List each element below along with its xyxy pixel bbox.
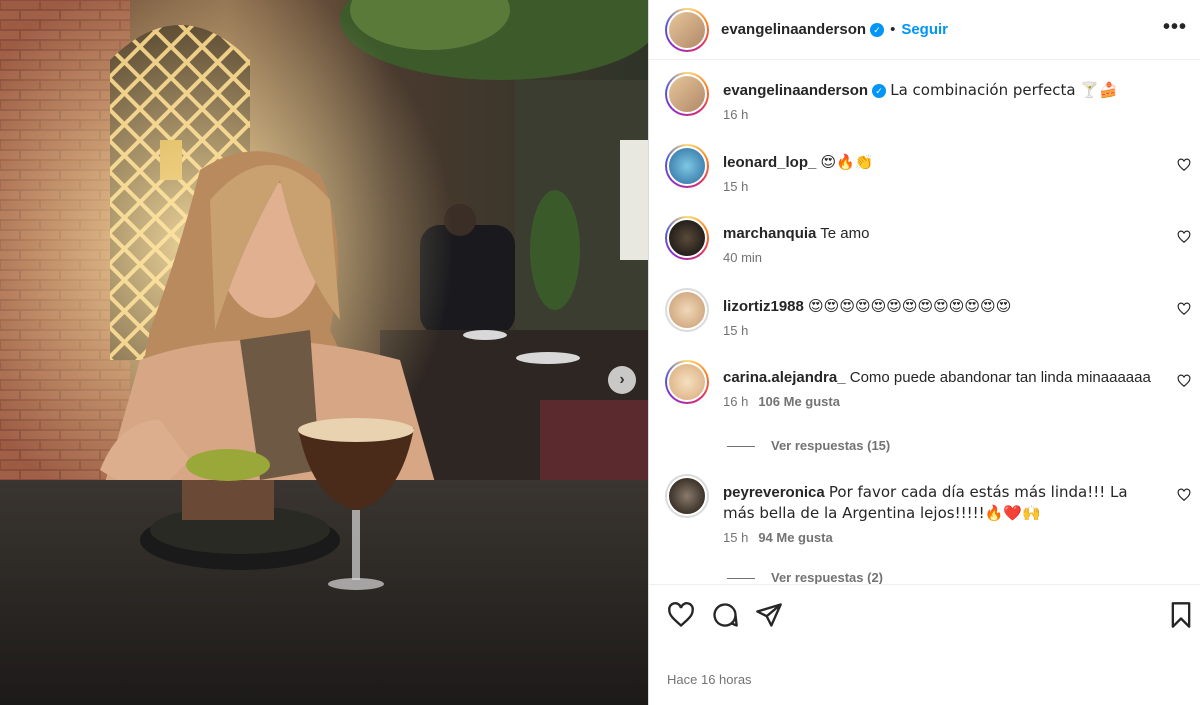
heart-icon[interactable] — [1177, 374, 1191, 388]
post-side-panel: evangelinaanderson ✓ • Seguir ••• evangelin… — [648, 0, 1200, 705]
caption-time[interactable]: 16 h — [723, 107, 748, 122]
bookmark-icon[interactable] — [1167, 601, 1195, 629]
verified-badge-icon: ✓ — [872, 84, 887, 98]
post-header: evangelinaanderson ✓ • Seguir ••• — [649, 0, 1200, 60]
comment-text: 😍😍😍😍😍😍😍😍😍😍😍😍😍 — [808, 297, 1012, 315]
commenter-avatar[interactable] — [665, 144, 709, 188]
comment-time[interactable]: 15 h — [723, 323, 748, 338]
share-icon[interactable] — [755, 601, 783, 629]
view-replies-label: Ver respuestas (15) — [771, 438, 891, 453]
caption-text: La combinación perfecta 🍸🍰 — [890, 81, 1118, 99]
post-time-ago[interactable]: Hace 16 horas — [667, 672, 752, 687]
comment-time[interactable]: 16 h — [723, 394, 748, 409]
follow-button[interactable]: Seguir — [901, 21, 948, 38]
author-username[interactable]: evangelinaanderson — [721, 21, 866, 38]
commenter-username[interactable]: carina.alejandra_ — [723, 369, 846, 386]
caption-author-avatar[interactable] — [665, 72, 709, 116]
chevron-right-icon: › — [619, 371, 625, 388]
commenter-avatar[interactable] — [665, 474, 709, 518]
replies-divider — [727, 578, 755, 580]
post-actions-bar — [649, 584, 1200, 644]
separator-dot: • — [890, 21, 896, 38]
view-replies-button[interactable]: Ver respuestas (15) — [727, 438, 890, 453]
comment-time[interactable]: 40 min — [723, 250, 762, 265]
view-replies-label: Ver respuestas (2) — [771, 570, 884, 584]
comments-list[interactable]: evangelinaanderson ✓ La combinación perfe… — [649, 60, 1200, 584]
more-options-icon[interactable]: ••• — [1163, 16, 1187, 39]
replies-divider — [727, 446, 755, 448]
post-photo[interactable]: › — [0, 0, 648, 705]
view-replies-button[interactable]: Ver respuestas (2) — [727, 570, 883, 584]
commenter-avatar[interactable] — [665, 216, 709, 260]
next-photo-button[interactable]: › — [608, 366, 636, 394]
heart-icon[interactable] — [1177, 230, 1191, 244]
commenter-username[interactable]: leonard_lop_ — [723, 154, 816, 171]
comment-likes[interactable]: 106 Me gusta — [758, 394, 840, 409]
commenter-username[interactable]: peyreveronica — [723, 484, 825, 501]
commenter-username[interactable]: marchanquia — [723, 225, 816, 242]
comment-icon[interactable] — [711, 601, 739, 629]
commenter-avatar[interactable] — [665, 288, 709, 332]
comment-time[interactable]: 15 h — [723, 179, 748, 194]
comment-text: Te amo — [820, 225, 870, 242]
comment-likes[interactable]: 94 Me gusta — [758, 530, 832, 545]
photo-illustration — [0, 0, 648, 705]
heart-icon[interactable] — [1177, 158, 1191, 172]
comment-time[interactable]: 15 h — [723, 530, 748, 545]
verified-badge-icon: ✓ — [870, 23, 885, 37]
instagram-post-view: › evangelinaanderson ✓ • Seguir ••• evangel… — [0, 0, 1200, 705]
author-avatar[interactable] — [665, 7, 709, 52]
comment-text: 😍🔥👏 — [820, 153, 874, 171]
commenter-avatar[interactable] — [665, 360, 709, 404]
heart-icon[interactable] — [1177, 488, 1191, 502]
heart-icon[interactable] — [667, 601, 695, 629]
caption-username[interactable]: evangelinaanderson — [723, 82, 868, 99]
comment-text: Como puede abandonar tan linda minaaaaaa — [849, 369, 1151, 386]
heart-icon[interactable] — [1177, 302, 1191, 316]
commenter-username[interactable]: lizortiz1988 — [723, 298, 804, 315]
